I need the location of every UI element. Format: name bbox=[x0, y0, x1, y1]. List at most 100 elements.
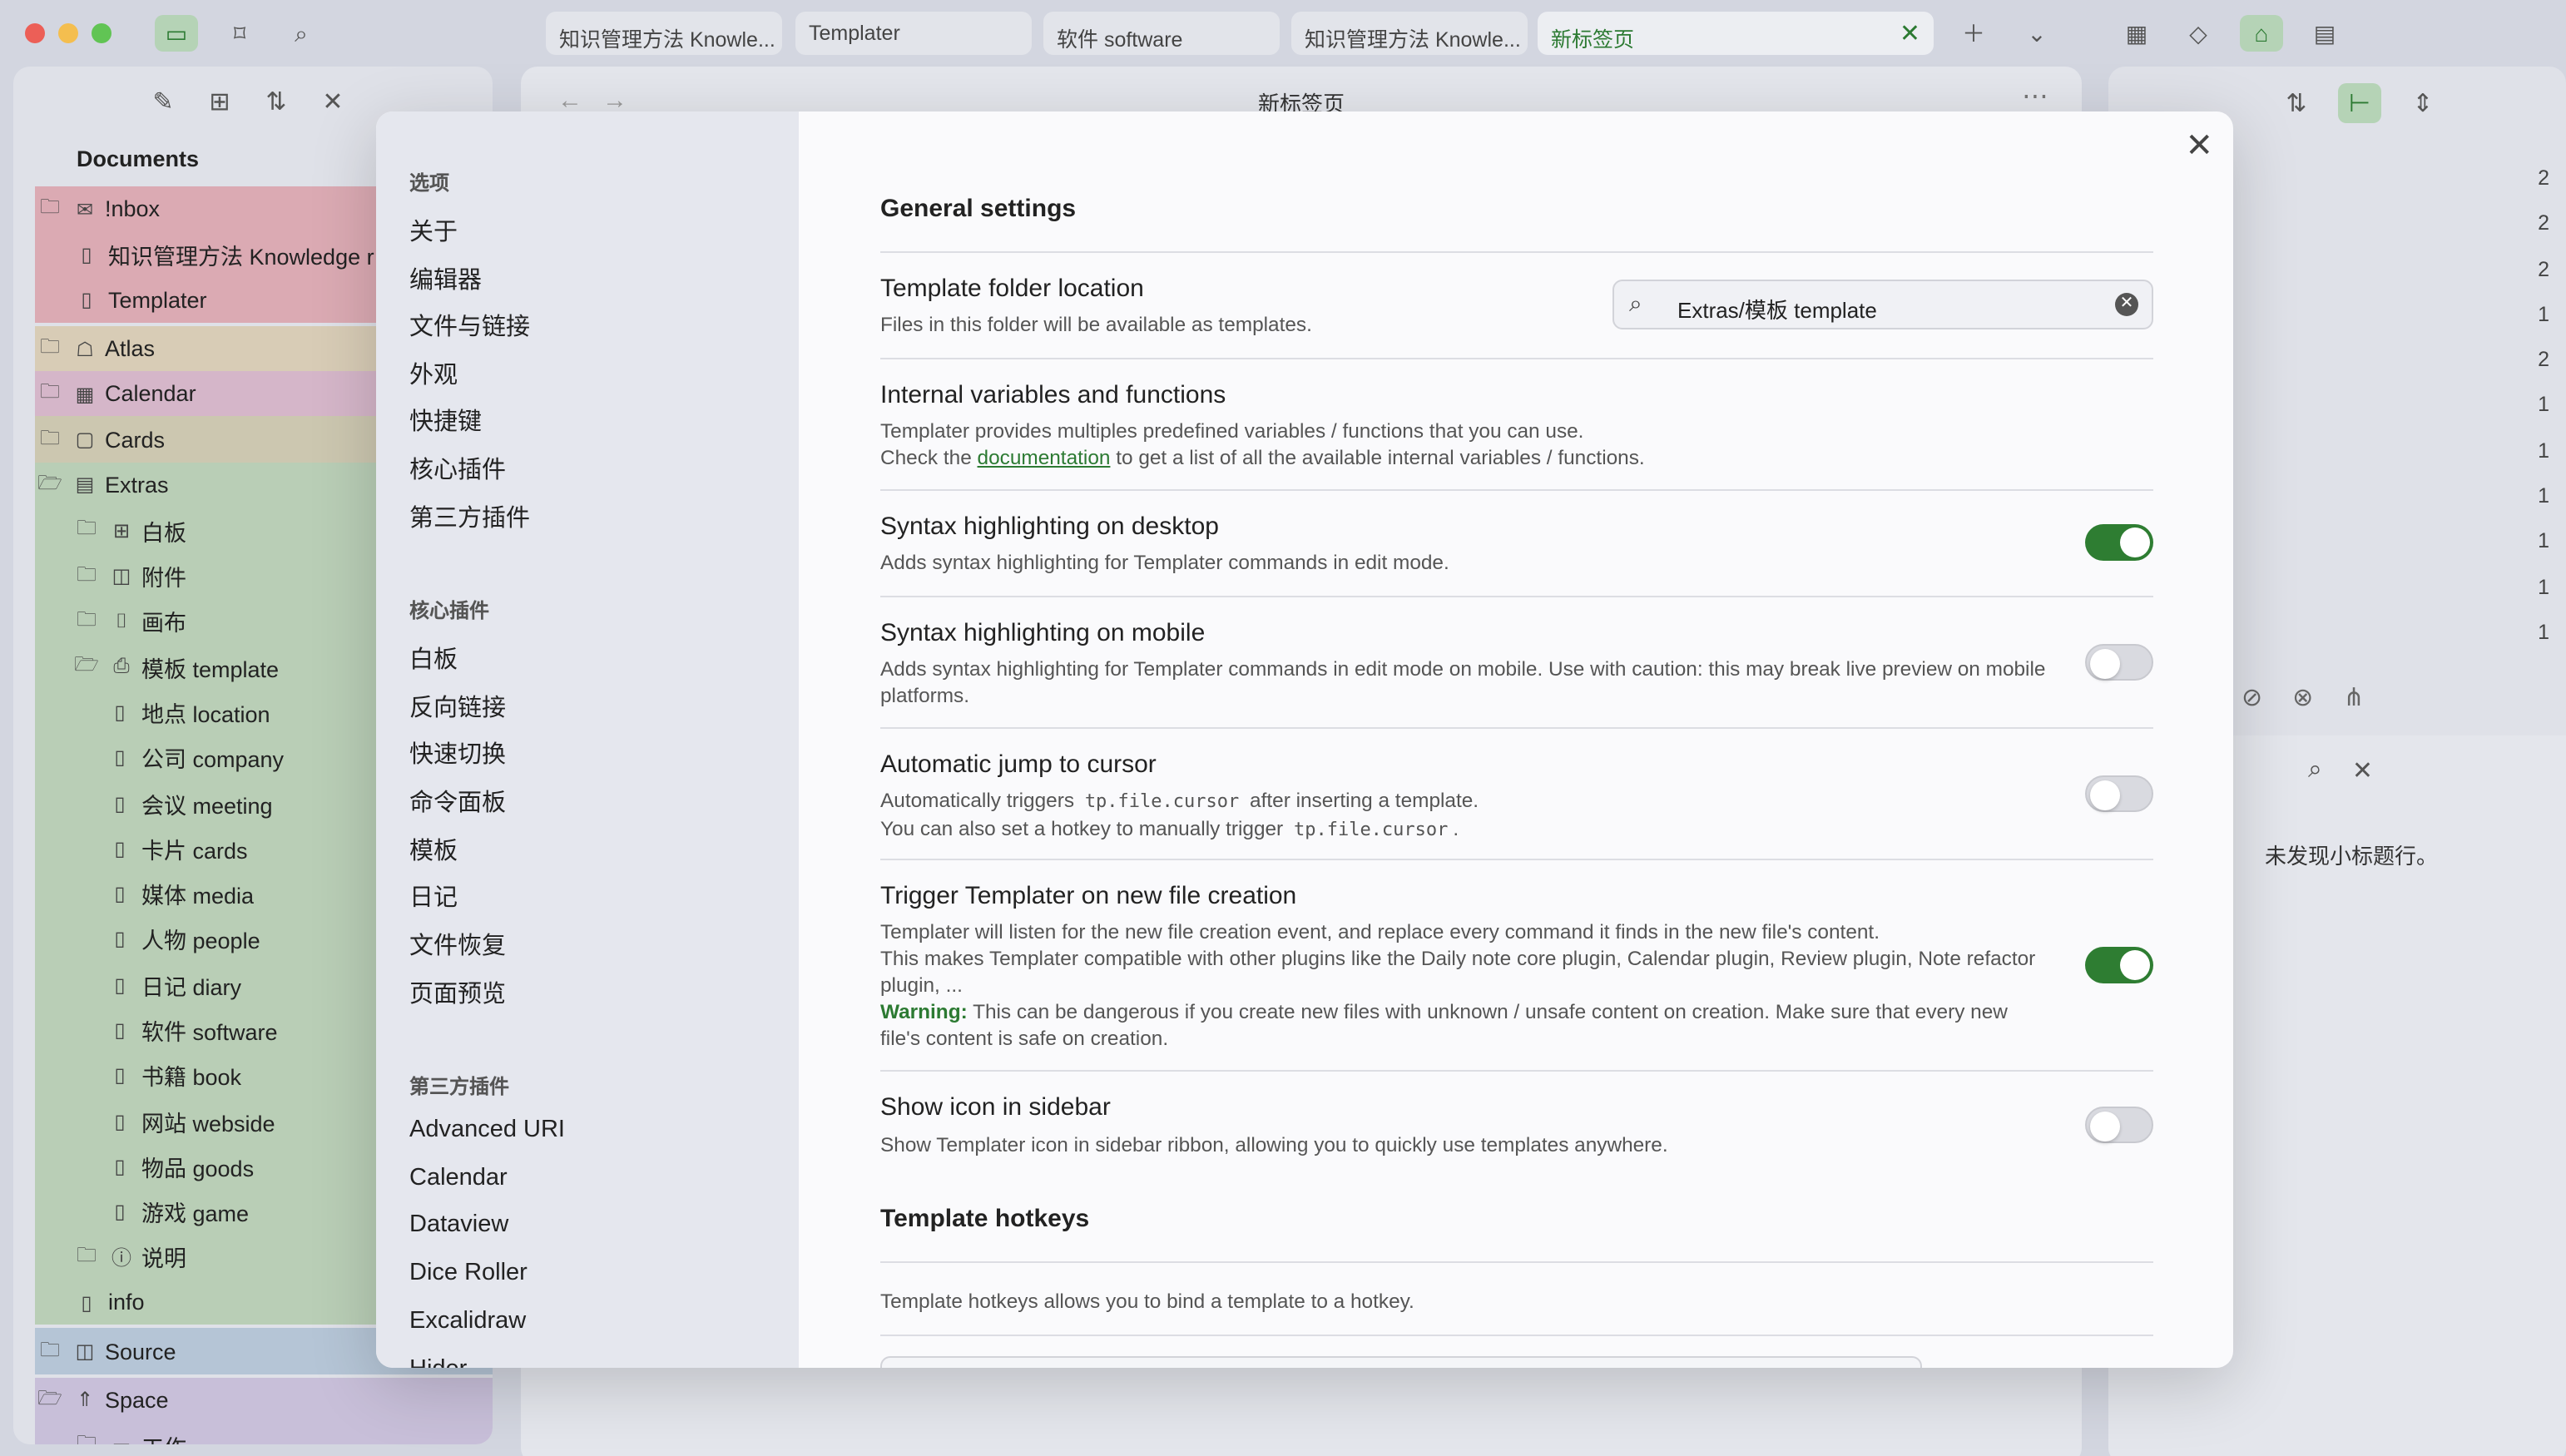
tree-folder-space[interactable]: 🗁 ⇑ Space bbox=[35, 1377, 493, 1424]
link-icon[interactable]: ⊘ bbox=[2242, 682, 2262, 712]
auto-jump-toggle[interactable] bbox=[2085, 775, 2153, 812]
folder-icon: 🗀 bbox=[76, 1431, 97, 1444]
setting-auto-jump-desc: Automatically triggers tp.file.cursor af… bbox=[880, 787, 2045, 844]
divider bbox=[880, 727, 2153, 729]
count: 1 bbox=[2538, 529, 2549, 553]
tree-view-icon[interactable]: ⊢ bbox=[2338, 83, 2381, 123]
nav-group-options: 选项 bbox=[409, 171, 450, 195]
setting-folder-name: Template folder location bbox=[880, 275, 1144, 303]
sort-icon[interactable]: ⇅ bbox=[260, 87, 293, 116]
divider bbox=[880, 489, 2153, 491]
archive-icon[interactable]: ▤ bbox=[2303, 15, 2346, 52]
nav-item-excalidraw[interactable]: Excalidraw bbox=[409, 1308, 526, 1335]
expand-icon[interactable]: ⇕ bbox=[2401, 83, 2445, 123]
file-icon: ▯ bbox=[114, 700, 126, 724]
documentation-link[interactable]: documentation bbox=[978, 446, 1111, 469]
title-bar: ▭ ⌑ ⌕ 知识管理方法 Knowle... Templater 软件 soft… bbox=[0, 0, 2566, 67]
warning-text: This can be dangerous if you create new … bbox=[880, 1000, 2008, 1050]
tab-knowledge-2[interactable]: 知识管理方法 Knowle... bbox=[1291, 12, 1528, 55]
box-icon: ▤ bbox=[75, 473, 95, 497]
toggle-knob bbox=[2090, 1112, 2120, 1142]
nav-item-files[interactable]: 文件与链接 bbox=[409, 308, 530, 343]
inbox-icon: ✉ bbox=[76, 197, 94, 221]
nav-item-page-preview[interactable]: 页面预览 bbox=[409, 975, 506, 1010]
more-options-icon[interactable]: ⋯ bbox=[2022, 80, 2048, 113]
folder-icon: 🗀 bbox=[39, 334, 60, 359]
folder-search-input[interactable]: ⌕ Extras/模板 template ✕ bbox=[1612, 280, 2153, 329]
nav-item-appearance[interactable]: 外观 bbox=[409, 356, 458, 391]
nav-item-templates[interactable]: 模板 bbox=[409, 832, 458, 867]
toggle-knob bbox=[2090, 649, 2120, 679]
sort-icon[interactable]: ⇅ bbox=[2275, 83, 2318, 123]
nav-item-quick-switch[interactable]: 快速切换 bbox=[409, 735, 506, 770]
divider bbox=[880, 1335, 2153, 1336]
shapes-icon[interactable]: ◇ bbox=[2177, 15, 2220, 52]
app-window: ▭ ⌑ ⌕ 知识管理方法 Knowle... Templater 软件 soft… bbox=[0, 0, 2566, 1456]
count: 1 bbox=[2538, 302, 2549, 326]
warning-label: Warning: bbox=[880, 1000, 968, 1023]
new-folder-icon[interactable]: ⊞ bbox=[203, 87, 236, 116]
tree-label: Calendar bbox=[105, 381, 196, 407]
nav-item-dice-roller[interactable]: Dice Roller bbox=[409, 1260, 528, 1286]
close-window-button[interactable] bbox=[25, 23, 45, 43]
tree-folder[interactable]: 🗀 ▭ 工作 bbox=[35, 1423, 493, 1444]
nav-item-daily-notes[interactable]: 日记 bbox=[409, 879, 458, 914]
nav-item-core-plugins[interactable]: 核心插件 bbox=[409, 451, 506, 486]
zoom-window-button[interactable] bbox=[92, 23, 111, 43]
nav-group-core: 核心插件 bbox=[409, 599, 490, 622]
collapse-icon[interactable]: ✕ bbox=[316, 87, 349, 116]
bookmark-icon[interactable]: ⌑ bbox=[218, 15, 261, 52]
clear-icon[interactable]: ✕ bbox=[2115, 293, 2138, 316]
plus-icon[interactable]: ＋ bbox=[1952, 15, 1995, 52]
nav-item-backlinks[interactable]: 反向链接 bbox=[409, 689, 506, 724]
collapse-icon[interactable]: ✕ bbox=[2352, 755, 2373, 785]
sidebar-icon-toggle[interactable] bbox=[2085, 1107, 2153, 1143]
tab-knowledge-1[interactable]: 知识管理方法 Knowle... bbox=[546, 12, 782, 55]
nav-item-community-plugins[interactable]: 第三方插件 bbox=[409, 499, 530, 534]
tags-icon[interactable]: ⌂ bbox=[2240, 15, 2283, 52]
nav-item-hider[interactable]: Hider bbox=[409, 1356, 467, 1368]
nav-item-calendar[interactable]: Calendar bbox=[409, 1165, 508, 1191]
minimize-window-button[interactable] bbox=[58, 23, 78, 43]
file-icon: ▯ bbox=[114, 1200, 126, 1224]
tree-label: 公司 company bbox=[141, 747, 285, 773]
search-icon[interactable]: ⌕ bbox=[280, 15, 323, 52]
chevron-down-icon[interactable]: ⌄ bbox=[2015, 15, 2058, 52]
clipboard-icon: ▢ bbox=[75, 428, 95, 452]
tree-label: 画布 bbox=[141, 611, 186, 636]
tab-new[interactable]: 新标签页 ✕ bbox=[1538, 12, 1934, 55]
nav-item-dataview[interactable]: Dataview bbox=[409, 1211, 508, 1238]
calendar-icon[interactable]: ▦ bbox=[2115, 15, 2158, 52]
graph-icon[interactable]: ⋔ bbox=[2343, 682, 2364, 712]
new-note-icon[interactable]: ✎ bbox=[146, 87, 180, 116]
tree-label: 地点 location bbox=[141, 701, 270, 727]
outline-empty-text: 未发现小标题行。 bbox=[2265, 844, 2439, 869]
nav-item-about[interactable]: 关于 bbox=[409, 213, 458, 248]
syntax-mobile-toggle[interactable] bbox=[2085, 644, 2153, 681]
nav-item-command-palette[interactable]: 命令面板 bbox=[409, 784, 506, 819]
folder-icon: 🗀 bbox=[76, 607, 97, 631]
syntax-desktop-toggle[interactable] bbox=[2085, 524, 2153, 561]
unlink-icon[interactable]: ⊗ bbox=[2292, 682, 2313, 712]
trigger-toggle[interactable] bbox=[2085, 947, 2153, 983]
hotkey-template-input[interactable] bbox=[880, 1356, 1922, 1368]
file-icon: ▯ bbox=[114, 745, 126, 770]
nav-item-hotkeys[interactable]: 快捷键 bbox=[409, 403, 482, 438]
nav-group-community: 第三方插件 bbox=[409, 1075, 510, 1098]
file-icon: ▯ bbox=[114, 882, 126, 906]
right-toolbar: ⇅ ⊢ ⇕ bbox=[2275, 83, 2445, 123]
setting-folder-desc: Files in this folder will be available a… bbox=[880, 313, 1312, 336]
nav-item-advanced-uri[interactable]: Advanced URI bbox=[409, 1117, 565, 1143]
folder-icon[interactable]: ▭ bbox=[155, 15, 198, 52]
tab-software[interactable]: 软件 software bbox=[1043, 12, 1280, 55]
nav-item-file-recovery[interactable]: 文件恢复 bbox=[409, 927, 506, 962]
close-tab-icon[interactable]: ✕ bbox=[1900, 18, 1920, 48]
tab-templater[interactable]: Templater bbox=[795, 12, 1032, 55]
nav-item-editor[interactable]: 编辑器 bbox=[409, 261, 482, 296]
file-icon: ▯ bbox=[114, 1018, 126, 1042]
tree-label: 媒体 media bbox=[141, 884, 255, 909]
nav-item-canvas[interactable]: 白板 bbox=[409, 641, 458, 676]
close-icon[interactable]: ✕ bbox=[2185, 125, 2213, 166]
search-icon[interactable]: ⌕ bbox=[2308, 755, 2322, 785]
tab-label: 软件 software bbox=[1057, 28, 1183, 52]
